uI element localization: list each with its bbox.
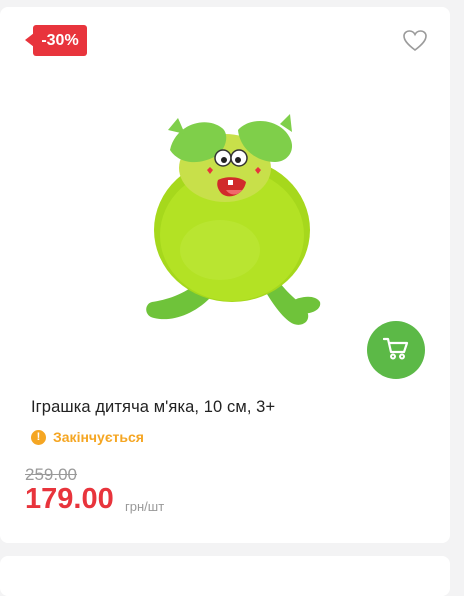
discount-badge: -30%: [33, 25, 87, 56]
price-unit: грн/шт: [125, 499, 165, 514]
stock-status-text: Закінчується: [53, 429, 144, 445]
stock-status: ! Закінчується: [31, 429, 144, 445]
product-title[interactable]: Іграшка дитяча м'яка, 10 см, 3+: [31, 398, 275, 417]
old-price: 259.00: [25, 465, 77, 484]
cart-icon: [382, 336, 409, 365]
favorite-heart-icon[interactable]: [403, 30, 427, 52]
product-image[interactable]: [130, 110, 340, 350]
exclamation-circle-icon: !: [31, 429, 46, 445]
add-to-cart-button[interactable]: [367, 321, 425, 379]
current-price: 179.00: [25, 483, 114, 515]
next-product-card: [0, 556, 450, 596]
